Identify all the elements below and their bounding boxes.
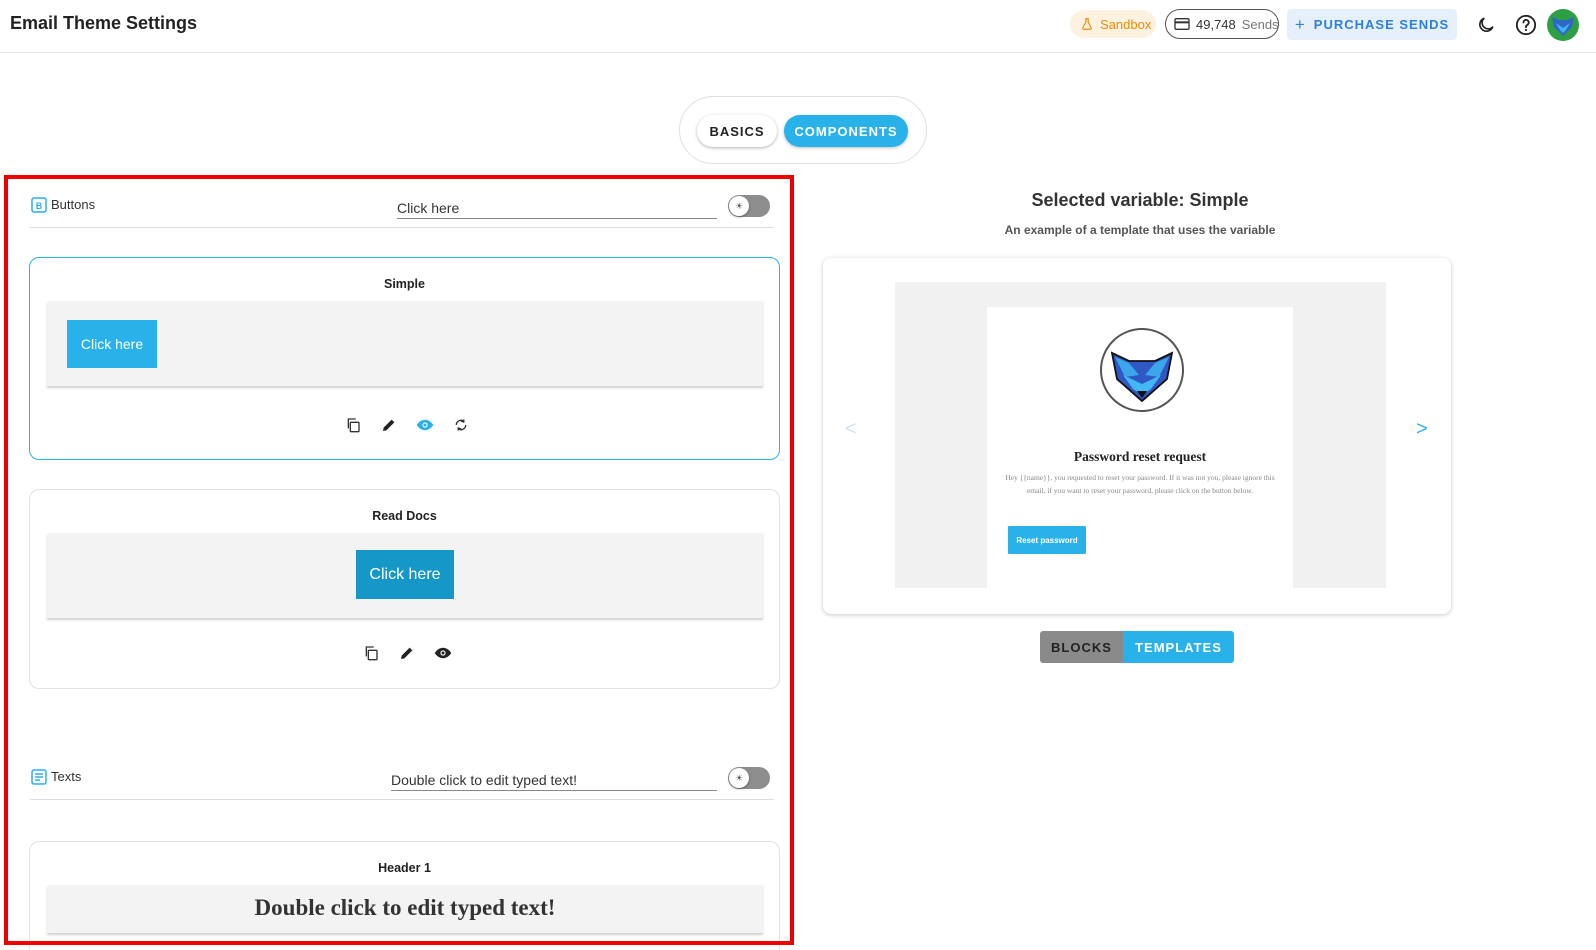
selected-variable-title: Selected variable: Simple [1031, 190, 1249, 210]
texts-section-header: Texts ☀ [30, 754, 774, 800]
edit-pencil-icon[interactable] [398, 644, 416, 662]
avatar[interactable] [1547, 9, 1579, 41]
purchase-sends-label: PURCHASE SENDS [1313, 17, 1450, 32]
buttons-section-label: Buttons [51, 197, 96, 212]
sends-balance-chip[interactable]: 49,748 Sends [1165, 9, 1279, 39]
email-background: Password reset request Hey {{name}}, you… [895, 282, 1386, 588]
email-body: Hey {{name}}, you requested to reset you… [1005, 473, 1275, 495]
help-icon [1515, 14, 1537, 36]
carousel-prev-button[interactable]: < [845, 418, 857, 441]
variant-title: Read Docs [372, 509, 437, 523]
variant-preview: Double click to edit typed text! [47, 885, 763, 933]
variant-preview: Click here [47, 533, 763, 618]
template-preview-carousel: Password reset request Hey {{name}}, you… [823, 258, 1451, 614]
credit-card-icon [1174, 17, 1190, 31]
purchase-sends-button[interactable]: + PURCHASE SENDS [1287, 9, 1457, 40]
variant-preview: Click here [47, 301, 763, 386]
eye-icon[interactable] [434, 644, 452, 662]
header-1-preview-text[interactable]: Double click to edit typed text! [47, 895, 763, 921]
sends-label: Sends [1241, 16, 1279, 32]
carousel-next-button[interactable]: > [1416, 418, 1428, 441]
edit-pencil-icon[interactable] [380, 416, 398, 434]
buttons-text-input[interactable] [397, 193, 717, 219]
email-preview: Password reset request Hey {{name}}, you… [987, 307, 1293, 588]
reset-icon[interactable] [452, 416, 470, 434]
variant-actions [362, 644, 452, 662]
plus-icon: + [1294, 14, 1306, 34]
variant-title: Simple [384, 277, 425, 291]
svg-text:B: B [36, 201, 43, 211]
button-variant-card-read-docs[interactable]: Read Docs Click here [29, 489, 780, 689]
copy-icon[interactable] [344, 416, 362, 434]
selected-variable-subtitle: An example of a template that uses the v… [1004, 223, 1276, 237]
eye-icon[interactable] [416, 416, 434, 434]
button-variant-card-simple[interactable]: Simple Click here [29, 257, 780, 460]
texts-section-label: Texts [51, 769, 82, 784]
help-button[interactable] [1514, 13, 1538, 37]
button-component-icon: B [31, 197, 47, 213]
text-variant-card-header-1[interactable]: Header 1 Double click to edit typed text… [29, 841, 780, 950]
copy-icon[interactable] [362, 644, 380, 662]
sends-count: 49,748 [1196, 16, 1236, 32]
sandbox-label: Sandbox [1100, 16, 1152, 32]
variant-title: Header 1 [378, 861, 431, 875]
sun-icon: ☀ [729, 196, 749, 216]
variant-actions [344, 416, 470, 434]
texts-theme-toggle[interactable]: ☀ [728, 767, 770, 789]
sun-icon: ☀ [729, 768, 749, 788]
templates-button[interactable]: TEMPLATES [1123, 631, 1234, 663]
top-bar: Email Theme Settings Sandbox 49,748 Send… [0, 0, 1596, 53]
text-component-icon [31, 769, 47, 785]
demo-button[interactable]: Click here [356, 550, 454, 599]
blocks-button[interactable]: BLOCKS [1040, 631, 1123, 663]
demo-button[interactable]: Click here [67, 320, 157, 368]
sandbox-badge[interactable]: Sandbox [1070, 10, 1156, 38]
reset-password-button: Reset password [1008, 526, 1086, 554]
page-title: Email Theme Settings [10, 13, 198, 33]
email-heading: Password reset request [1073, 449, 1207, 464]
fox-logo-icon [1548, 10, 1578, 40]
dark-mode-toggle[interactable] [1474, 13, 1498, 37]
fox-logo-icon [1099, 327, 1185, 413]
tab-basics[interactable]: BASICS [697, 115, 777, 147]
tab-components[interactable]: COMPONENTS [784, 115, 908, 147]
flask-icon [1080, 17, 1094, 31]
texts-text-input[interactable] [391, 765, 717, 791]
buttons-theme-toggle[interactable]: ☀ [728, 195, 770, 217]
preview-mode-toggle: BLOCKS TEMPLATES [1040, 631, 1234, 663]
buttons-section-header: B Buttons ☀ [30, 182, 774, 228]
moon-icon [1476, 15, 1496, 35]
